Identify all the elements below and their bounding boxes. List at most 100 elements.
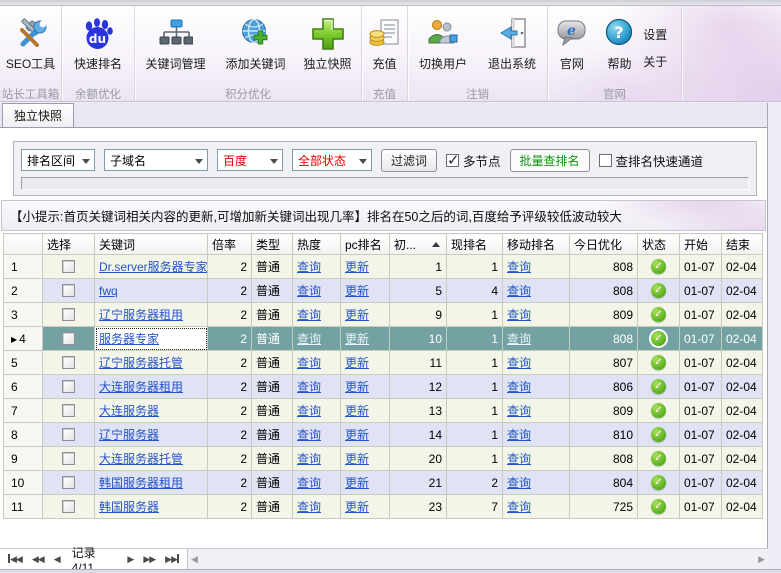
row-checkbox[interactable]	[62, 500, 75, 513]
mobile-query-link[interactable]: 查询	[507, 260, 531, 274]
select-cell[interactable]	[43, 279, 95, 303]
tab-standalone-snapshot[interactable]: 独立快照	[2, 103, 74, 127]
pc-rank-update-link[interactable]: 更新	[345, 452, 369, 466]
row-number-cell[interactable]: 8	[4, 423, 43, 447]
pc-rank-update-link[interactable]: 更新	[345, 428, 369, 442]
subdomain-dropdown[interactable]: 子域名	[104, 149, 208, 171]
keyword-cell[interactable]: 大连服务器	[95, 399, 208, 423]
row-checkbox[interactable]	[62, 308, 75, 321]
column-header[interactable]: pc排名	[341, 234, 390, 255]
keyword-cell[interactable]: 辽宁服务器托管	[95, 351, 208, 375]
switch-user-button[interactable]: 切换用户	[408, 12, 478, 84]
help-button[interactable]: ? 帮助	[596, 12, 644, 84]
row-checkbox[interactable]	[62, 380, 75, 393]
row-checkbox[interactable]	[62, 476, 75, 489]
select-cell[interactable]	[43, 495, 95, 519]
table-row[interactable]: 6大连服务器租用2普通查询更新121查询806✓01-0702-04	[4, 375, 763, 399]
nav-last-button[interactable]: ▶▶	[165, 554, 179, 565]
row-number-cell[interactable]: 7	[4, 399, 43, 423]
heat-query-link[interactable]: 查询	[297, 284, 321, 298]
heat-query-link[interactable]: 查询	[297, 332, 321, 346]
select-cell[interactable]	[43, 375, 95, 399]
pc-rank-update-link[interactable]: 更新	[345, 332, 369, 346]
table-row[interactable]: 3辽宁服务器租用2普通查询更新91查询809✓01-0702-04	[4, 303, 763, 327]
column-header[interactable]: 现排名	[447, 234, 503, 255]
keyword-link[interactable]: 辽宁服务器租用	[99, 308, 183, 322]
add-keyword-button[interactable]: 添加关键词	[216, 12, 295, 84]
pc-rank-update-link[interactable]: 更新	[345, 476, 369, 490]
keyword-cell[interactable]: 韩国服务器	[95, 495, 208, 519]
keyword-cell[interactable]: Dr.server服务器专家	[95, 255, 208, 279]
row-number-cell[interactable]: ▶4	[4, 327, 43, 351]
pc-rank-update-link[interactable]: 更新	[345, 284, 369, 298]
column-header[interactable]: 结束	[722, 234, 763, 255]
keyword-cell[interactable]: 辽宁服务器租用	[95, 303, 208, 327]
rank-range-dropdown[interactable]: 排名区间	[21, 149, 95, 171]
keyword-link[interactable]: 大连服务器租用	[99, 380, 183, 394]
select-cell[interactable]	[43, 351, 95, 375]
exit-system-button[interactable]: 退出系统	[478, 12, 546, 84]
filter-words-button[interactable]: 过滤词	[381, 149, 437, 172]
keyword-link[interactable]: 服务器专家	[99, 332, 159, 346]
column-header[interactable]: 初...	[390, 234, 447, 255]
heat-query-link[interactable]: 查询	[297, 500, 321, 514]
multi-node-checkbox[interactable]: 多节点	[446, 151, 501, 170]
table-row[interactable]: 5辽宁服务器托管2普通查询更新111查询807✓01-0702-04	[4, 351, 763, 375]
row-number-cell[interactable]: 9	[4, 447, 43, 471]
table-row[interactable]: 9大连服务器托管2普通查询更新201查询808✓01-0702-04	[4, 447, 763, 471]
row-number-cell[interactable]: 11	[4, 495, 43, 519]
settings-button[interactable]: 设置	[643, 26, 681, 43]
row-number-cell[interactable]: 5	[4, 351, 43, 375]
nav-next-button[interactable]: ▶	[127, 554, 133, 565]
row-checkbox[interactable]	[62, 284, 75, 297]
column-header[interactable]: 选择	[43, 234, 95, 255]
table-row[interactable]: 2fwq2普通查询更新54查询808✓01-0702-04	[4, 279, 763, 303]
mobile-query-link[interactable]: 查询	[507, 284, 531, 298]
keyword-link[interactable]: 辽宁服务器	[99, 428, 159, 442]
nav-next-page-button[interactable]: ▶▶	[143, 554, 155, 565]
keyword-link[interactable]: 辽宁服务器托管	[99, 356, 183, 370]
row-number-cell[interactable]: 2	[4, 279, 43, 303]
row-number-cell[interactable]: 3	[4, 303, 43, 327]
row-checkbox[interactable]	[62, 260, 75, 273]
heat-query-link[interactable]: 查询	[297, 428, 321, 442]
keyword-cell[interactable]: 辽宁服务器	[95, 423, 208, 447]
row-checkbox[interactable]	[62, 404, 75, 417]
horizontal-scrollbar[interactable]: ◀ ▶	[188, 549, 768, 569]
keyword-manage-button[interactable]: 关键词管理	[135, 12, 216, 84]
column-header[interactable]: 开始	[680, 234, 722, 255]
scroll-left-icon[interactable]: ◀	[191, 554, 198, 565]
recharge-button[interactable]: 充值	[362, 12, 407, 84]
row-checkbox[interactable]	[62, 356, 75, 369]
row-checkbox[interactable]	[62, 452, 75, 465]
batch-check-rank-button[interactable]: 批量查排名	[510, 149, 590, 172]
search-engine-dropdown[interactable]: 百度	[217, 149, 283, 171]
select-cell[interactable]	[43, 471, 95, 495]
column-header[interactable]: 状态	[638, 234, 680, 255]
pc-rank-update-link[interactable]: 更新	[345, 356, 369, 370]
table-row[interactable]: 11韩国服务器2普通查询更新237查询725✓01-0702-04	[4, 495, 763, 519]
seo-tools-button[interactable]: SEO工具	[0, 12, 61, 84]
nav-first-button[interactable]: ◀◀	[8, 554, 22, 565]
keyword-link[interactable]: 大连服务器托管	[99, 452, 183, 466]
keyword-link[interactable]: fwq	[99, 284, 118, 298]
column-header[interactable]: 今日优化	[570, 234, 638, 255]
keyword-link[interactable]: 韩国服务器租用	[99, 476, 183, 490]
status-filter-dropdown[interactable]: 全部状态	[292, 149, 372, 171]
heat-query-link[interactable]: 查询	[297, 380, 321, 394]
table-row[interactable]: 1Dr.server服务器专家2普通查询更新11查询808✓01-0702-04	[4, 255, 763, 279]
heat-query-link[interactable]: 查询	[297, 452, 321, 466]
row-checkbox[interactable]	[62, 428, 75, 441]
column-header[interactable]: 关键词	[95, 234, 208, 255]
keyword-link[interactable]: 韩国服务器	[99, 500, 159, 514]
mobile-query-link[interactable]: 查询	[507, 332, 531, 346]
mobile-query-link[interactable]: 查询	[507, 500, 531, 514]
row-checkbox[interactable]	[62, 332, 75, 345]
select-cell[interactable]	[43, 447, 95, 471]
pc-rank-update-link[interactable]: 更新	[345, 260, 369, 274]
mobile-query-link[interactable]: 查询	[507, 452, 531, 466]
standalone-snapshot-button[interactable]: 独立快照	[295, 12, 360, 84]
about-button[interactable]: 关于	[643, 53, 681, 70]
fast-channel-checkbox[interactable]: 查排名快速通道	[599, 151, 704, 170]
scroll-right-icon[interactable]: ▶	[758, 554, 765, 565]
